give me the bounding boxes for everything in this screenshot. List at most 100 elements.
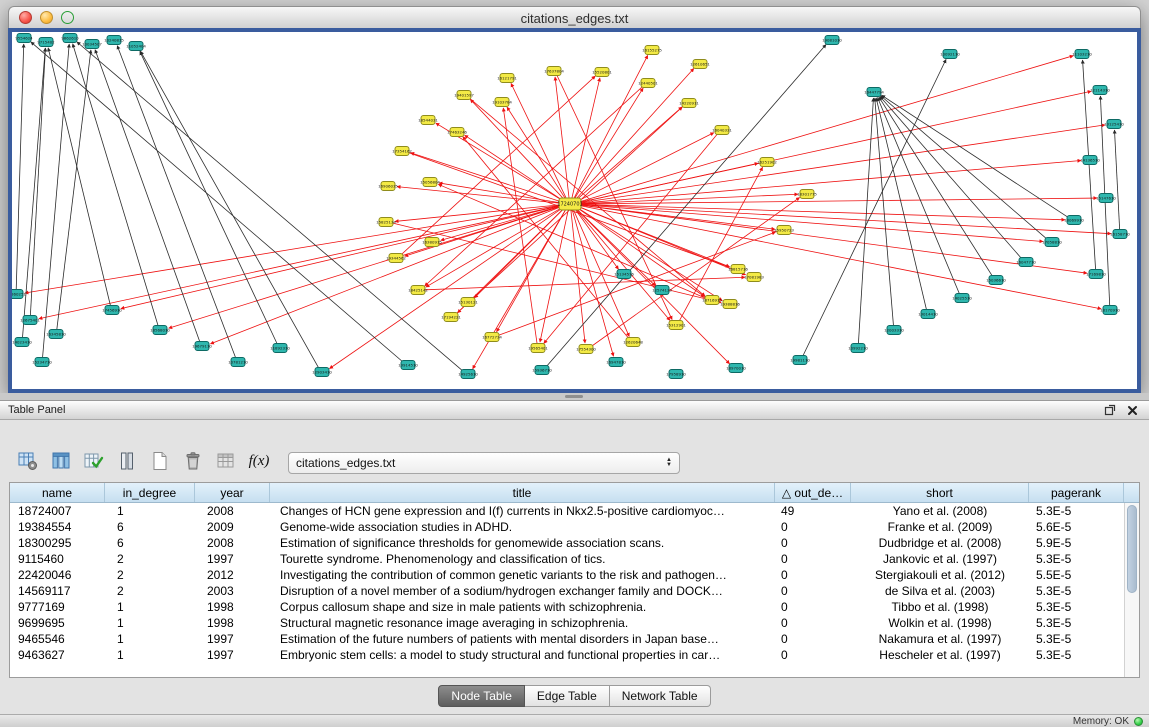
table-cell[interactable]: 18300295 [10, 535, 105, 551]
network-node[interactable]: 16815716 [728, 265, 748, 274]
table-cell[interactable]: 2008 [195, 535, 270, 551]
table-cell[interactable]: Structural magnetic resonance image aver… [270, 615, 775, 631]
table-cell[interactable]: Embryonic stem cells: a model to study s… [270, 647, 775, 663]
network-node[interactable]: 10034507 [82, 40, 102, 49]
new-file-button[interactable] [146, 448, 174, 474]
network-node[interactable]: 16121791 [497, 74, 517, 83]
table-cell[interactable]: 5.3E-5 [1029, 551, 1124, 567]
table-cell[interactable]: 5.3E-5 [1029, 599, 1124, 615]
network-node[interactable]: 17169810 [1086, 270, 1106, 279]
network-node[interactable]: 19679110 [192, 342, 212, 351]
network-node[interactable]: 10240815 [104, 36, 124, 45]
network-node[interactable]: 15056804 [420, 178, 440, 187]
table-cell[interactable]: 1997 [195, 551, 270, 567]
network-node[interactable]: 16047710 [1016, 258, 1036, 267]
table-cell[interactable]: 0 [775, 519, 851, 535]
tab-edge-table[interactable]: Edge Table [525, 685, 610, 707]
table-cell[interactable]: Yano et al. (2008) [851, 503, 1029, 519]
network-node[interactable]: 17081983 [744, 273, 764, 282]
network-node[interactable]: 15036610 [986, 276, 1006, 285]
delete-table-button[interactable] [179, 448, 207, 474]
network-node[interactable]: 16906035 [378, 182, 398, 191]
network-node[interactable]: 18170910 [1100, 306, 1120, 315]
network-node[interactable]: 13014410 [918, 310, 938, 319]
table-cell[interactable]: 0 [775, 551, 851, 567]
column-header-name[interactable]: name [10, 483, 105, 502]
table-cell[interactable]: Genome-wide association studies in ADHD. [270, 519, 775, 535]
network-node[interactable]: 19103784 [492, 98, 512, 107]
show-columns-button[interactable] [47, 448, 75, 474]
table-row[interactable]: 969969511998Structural magnetic resonanc… [10, 615, 1124, 631]
network-node[interactable]: 13125410 [1104, 120, 1124, 129]
table-cell[interactable]: Stergiakouli et al. (2012) [851, 567, 1029, 583]
table-cell[interactable]: 0 [775, 599, 851, 615]
table-cell[interactable]: 5.3E-5 [1029, 631, 1124, 647]
table-cell[interactable]: 6 [105, 535, 195, 551]
network-node[interactable]: 14025510 [952, 294, 972, 303]
column-header-title[interactable]: title [270, 483, 775, 502]
network-node[interactable]: 10092110 [940, 50, 960, 59]
network-node[interactable]: 18544031 [418, 116, 438, 125]
network-node[interactable]: 12003310 [884, 326, 904, 335]
network-node[interactable]: 12440501 [638, 79, 658, 88]
function-builder-button[interactable]: f(x) [245, 448, 273, 474]
table-selector-dropdown[interactable]: citations_edges.txt ▲▼ [288, 452, 680, 474]
table-cell[interactable]: 2003 [195, 583, 270, 599]
table-cell[interactable]: 5.3E-5 [1029, 647, 1124, 663]
network-node[interactable]: 12675401 [20, 316, 40, 325]
table-cell[interactable]: 0 [775, 615, 851, 631]
network-node[interactable]: 10992210 [848, 344, 868, 353]
table-cell[interactable]: 1998 [195, 599, 270, 615]
network-view[interactable]: 1724070116815716187169151531290112620648… [8, 28, 1141, 393]
table-row[interactable]: 1938455462009Genome-wide association stu… [10, 519, 1124, 535]
network-node[interactable]: 15825134 [376, 218, 396, 227]
column-header-short[interactable]: short [851, 483, 1029, 502]
table-cell[interactable]: 1997 [195, 631, 270, 647]
table-cell[interactable]: 1998 [195, 615, 270, 631]
network-canvas[interactable]: 1724070116815716187169151531290112620648… [12, 32, 1137, 387]
network-node[interactable]: 16345810 [46, 330, 66, 339]
network-node[interactable]: 17194221 [441, 313, 461, 322]
close-button[interactable] [19, 11, 32, 24]
table-cell[interactable]: de Silva et al. (2003) [851, 583, 1029, 599]
table-row[interactable]: 1830029562008Estimation of significance … [10, 535, 1124, 551]
table-cell[interactable]: 5.5E-5 [1029, 567, 1124, 583]
network-node[interactable]: 15134576 [614, 270, 634, 279]
network-node[interactable]: 17958910 [666, 370, 686, 379]
table-cell[interactable]: Estimation of significance thresholds fo… [270, 535, 775, 551]
network-node[interactable]: 11860251 [12, 290, 26, 299]
table-cell[interactable]: 2012 [195, 567, 270, 583]
table-cell[interactable]: 49 [775, 503, 851, 519]
network-node[interactable]: 17354162 [392, 147, 412, 156]
network-node[interactable]: 12610651 [690, 60, 710, 69]
network-node[interactable]: 12620648 [623, 338, 643, 347]
network-node[interactable]: 17240701 [557, 198, 582, 210]
table-cell[interactable]: 14569117 [10, 583, 105, 599]
table-cell[interactable]: 9115460 [10, 551, 105, 567]
network-node[interactable]: 15312901 [666, 321, 686, 330]
network-node[interactable]: 17637804 [544, 67, 564, 76]
table-row[interactable]: 946554611997Estimation of the future num… [10, 631, 1124, 647]
network-node[interactable]: 9862610 [61, 34, 79, 43]
column-header-year[interactable]: year [195, 483, 270, 502]
network-node[interactable]: 17058810 [1042, 238, 1062, 247]
table-row[interactable]: 911546021997Tourette syndrome. Phenomeno… [10, 551, 1124, 567]
table-cell[interactable]: 1 [105, 631, 195, 647]
network-node[interactable]: 18970010 [726, 364, 746, 373]
table-cell[interactable]: 5.3E-5 [1029, 503, 1124, 519]
network-node[interactable]: 19081010 [822, 36, 842, 45]
table-cell[interactable]: 2 [105, 583, 195, 599]
table-row[interactable]: 1456911722003Disruption of a novel membe… [10, 583, 1124, 599]
table-cell[interactable]: 5.3E-5 [1029, 615, 1124, 631]
network-node[interactable]: 9554624 [15, 34, 33, 43]
vertical-scrollbar[interactable] [1124, 503, 1139, 677]
table-cell[interactable]: Nakamura et al. (1997) [851, 631, 1029, 647]
table-cell[interactable]: 5.6E-5 [1029, 519, 1124, 535]
network-node[interactable]: 17554300 [576, 345, 596, 354]
table-cell[interactable]: Jankovic et al. (1997) [851, 551, 1029, 567]
table-cell[interactable]: 0 [775, 647, 851, 663]
table-cell[interactable]: 0 [775, 583, 851, 599]
table-cell[interactable]: 2008 [195, 503, 270, 519]
table-row[interactable]: 2242004622012Investigating the contribut… [10, 567, 1124, 583]
table-cell[interactable]: Disruption of a novel member of a sodium… [270, 583, 775, 599]
